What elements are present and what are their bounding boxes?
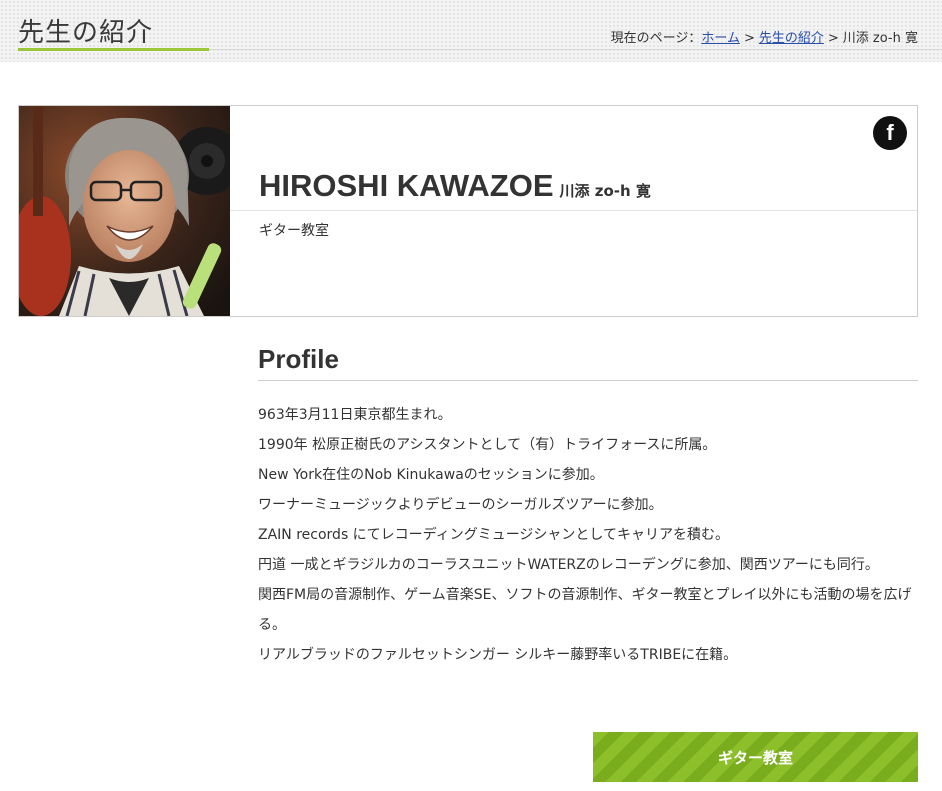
profile-line: リアルブラッドのファルセットシンガー シルキー藤野率いるTRIBEに在籍。 bbox=[258, 647, 738, 663]
profile-line: 円道 一成とギラジルカのコーラスユニットWATERZのレコーデングに参加、関西ツ… bbox=[258, 557, 879, 573]
profile-body: 963年3月11日東京都生まれ。 1990年 松原正樹氏のアシスタントとして（有… bbox=[258, 400, 922, 670]
profile-line: New York在住のNob Kinukawaのセッションに参加。 bbox=[258, 467, 604, 483]
breadcrumb-prefix: 現在のページ： bbox=[610, 31, 702, 46]
breadcrumb-separator: > bbox=[827, 31, 839, 46]
teacher-photo bbox=[19, 106, 230, 316]
title-underline-accent bbox=[18, 48, 209, 51]
breadcrumb-current: 川添 zo-h 寛 bbox=[842, 31, 918, 46]
page: 先生の紹介 現在のページ：ホーム > 先生の紹介 > 川添 zo-h 寛 f H… bbox=[0, 0, 942, 791]
facebook-icon[interactable]: f bbox=[873, 116, 907, 150]
profile-line: ワーナーミュージックよりデビューのシーガルズツアーに参加。 bbox=[258, 497, 663, 513]
profile-divider bbox=[258, 380, 918, 381]
breadcrumb-section-link[interactable]: 先生の紹介 bbox=[759, 31, 824, 46]
teacher-name-en: HIROSHI KAWAZOE bbox=[259, 168, 554, 203]
profile-line: 1990年 松原正樹氏のアシスタントとして（有）トライフォースに所属。 bbox=[258, 437, 717, 453]
teacher-name: HIROSHI KAWAZOE 川添 zo-h 寛 bbox=[259, 168, 651, 204]
breadcrumb-separator: > bbox=[743, 31, 755, 46]
breadcrumb: 現在のページ：ホーム > 先生の紹介 > 川添 zo-h 寛 bbox=[611, 27, 918, 46]
teacher-name-jp: 川添 zo-h 寛 bbox=[559, 182, 651, 200]
teacher-card: f HIROSHI KAWAZOE 川添 zo-h 寛 ギター教室 bbox=[18, 105, 918, 317]
card-divider bbox=[230, 210, 917, 211]
teacher-course: ギター教室 bbox=[259, 223, 329, 239]
title-underline bbox=[209, 49, 942, 50]
profile-line: 関西FM局の音源制作、ゲーム音楽SE、ソフトの音源制作、ギター教室とプレイ以外に… bbox=[258, 587, 912, 633]
profile-heading: Profile bbox=[258, 344, 339, 374]
teacher-photo-illustration bbox=[19, 106, 230, 316]
profile-line: 963年3月11日東京都生まれ。 bbox=[258, 407, 452, 423]
page-header: 先生の紹介 現在のページ：ホーム > 先生の紹介 > 川添 zo-h 寛 bbox=[0, 0, 942, 62]
guitar-lesson-button[interactable]: ギター教室 bbox=[593, 732, 918, 782]
profile-line: ZAIN records にてレコーディングミュージシャンとしてキャリアを積む。 bbox=[258, 527, 730, 543]
page-title: 先生の紹介 bbox=[18, 18, 154, 48]
breadcrumb-home-link[interactable]: ホーム bbox=[701, 31, 740, 46]
